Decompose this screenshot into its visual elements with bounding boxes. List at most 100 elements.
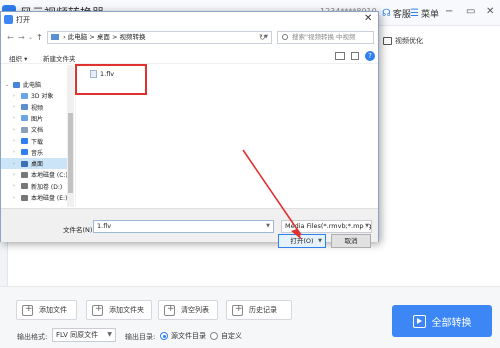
back-arrow-icon[interactable]: ← xyxy=(7,33,14,42)
history-button[interactable]: 历史记录 xyxy=(226,300,292,320)
expand-chevron-icon[interactable]: › xyxy=(13,183,18,189)
video-optimize-button[interactable]: 视频优化 xyxy=(383,36,423,46)
annotation-highlight-box xyxy=(75,64,147,95)
nav-item[interactable]: › 音乐 xyxy=(1,147,67,158)
add-file-button[interactable]: 添加文件 xyxy=(16,300,77,320)
menu-label: 菜单 xyxy=(420,10,439,20)
nav-item[interactable]: ⌄ 此电脑 xyxy=(1,79,67,90)
address-bar[interactable]: › 此电脑 > 桌面 > 视频转换 ▼ xyxy=(47,31,272,44)
expand-chevron-icon[interactable]: › xyxy=(13,127,18,133)
view-options-icon[interactable] xyxy=(335,52,345,60)
cancel-button[interactable]: 取消 xyxy=(331,234,371,248)
clear-list-button[interactable]: 清空列表 xyxy=(158,300,218,320)
maximize-button[interactable]: ▭ xyxy=(466,6,475,17)
service-button[interactable]: ☊ 客服 xyxy=(382,7,411,20)
service-label: 客服 xyxy=(392,10,411,20)
nav-item[interactable]: › 本地磁盘 (E:) xyxy=(1,192,67,203)
expand-chevron-icon[interactable]: › xyxy=(13,93,18,99)
headset-icon: ☊ xyxy=(382,8,391,19)
filetype-select[interactable]: Media Files(*.rmvb;*.mpeg;*.m ▼ xyxy=(281,220,372,233)
nav-item[interactable]: › 新加卷 (D:) xyxy=(1,181,67,192)
refresh-icon[interactable]: ↻ xyxy=(259,33,266,42)
breadcrumb-desktop[interactable]: 桌面 xyxy=(97,33,110,41)
search-input[interactable]: 搜索"视频转换 中视频 xyxy=(277,31,374,44)
help-icon[interactable]: ? xyxy=(365,51,375,61)
menu-icon: ☰ xyxy=(410,8,419,19)
expand-chevron-icon[interactable]: › xyxy=(13,149,18,155)
minimize-button[interactable]: − xyxy=(445,6,453,17)
nav-pane-scroll-thumb[interactable] xyxy=(68,113,73,193)
nav-item-label: 视频 xyxy=(31,104,44,112)
add-folder-button[interactable]: 添加文件夹 xyxy=(86,300,152,320)
nav-pane-scrollbar[interactable] xyxy=(67,65,74,207)
clear-list-icon xyxy=(164,304,175,316)
new-folder-button[interactable]: 新建文件夹 xyxy=(43,53,76,63)
history-icon xyxy=(232,304,243,316)
command-bar: 组织 ▾ 新建文件夹 ? xyxy=(1,49,378,64)
up-arrow-icon[interactable]: ↑ xyxy=(36,33,43,42)
search-placeholder: 搜索"视频转换 中视频 xyxy=(292,33,356,41)
cube-icon xyxy=(21,92,28,99)
filename-input[interactable]: 1.flv ▼ xyxy=(93,220,274,233)
nav-item-label: 本地磁盘 (C:) xyxy=(31,172,68,180)
close-app-button[interactable]: ✕ xyxy=(486,6,494,17)
nav-item[interactable]: › 本地磁盘 (C:) xyxy=(1,169,68,180)
breadcrumb-this-pc[interactable]: 此电脑 xyxy=(68,33,88,41)
computer-icon xyxy=(13,81,20,88)
nav-item-label: 图片 xyxy=(31,115,44,123)
convert-all-label: 全部转换 xyxy=(431,317,472,329)
radio-custom-dir[interactable]: 自定义 xyxy=(210,331,242,341)
nav-item[interactable]: › 3D 对象 xyxy=(1,90,67,101)
expand-chevron-icon[interactable]: › xyxy=(13,172,18,178)
menu-button[interactable]: ☰ 菜单 xyxy=(410,7,439,20)
add-file-icon xyxy=(22,304,33,316)
video-optimize-label: 视频优化 xyxy=(395,37,423,45)
expand-chevron-icon[interactable]: › xyxy=(13,161,18,167)
clear-list-label: 清空列表 xyxy=(181,306,209,314)
forward-arrow-icon[interactable]: → xyxy=(18,33,25,42)
radio-source-dir-label: 源文件目录 xyxy=(171,332,206,340)
chevron-down-icon[interactable]: ▼ xyxy=(266,221,270,232)
desktop-icon xyxy=(21,160,28,167)
convert-all-button[interactable]: 全部转换 xyxy=(392,305,492,337)
history-label: 历史记录 xyxy=(249,306,277,314)
nav-item[interactable]: › 视频 xyxy=(1,102,67,113)
dialog-title-bar: 打开 ✕ xyxy=(1,12,378,28)
preview-pane-icon[interactable] xyxy=(351,52,359,60)
nav-item-label: 3D 对象 xyxy=(31,93,54,101)
optimize-icon xyxy=(383,37,392,45)
nav-item-label: 下载 xyxy=(31,138,44,146)
nav-item-label: 桌面 xyxy=(31,161,44,169)
drive-icon xyxy=(21,183,28,190)
output-dir-label: 输出目录: xyxy=(125,333,156,341)
play-icon xyxy=(412,314,426,328)
expand-chevron-icon[interactable]: › xyxy=(13,104,18,110)
expand-chevron-icon[interactable]: › xyxy=(13,138,18,144)
breadcrumb-video-convert[interactable]: 视频转换 xyxy=(119,33,145,41)
drive-icon xyxy=(21,171,28,178)
search-icon xyxy=(282,34,288,40)
video-icon xyxy=(21,104,28,111)
dialog-close-button[interactable]: ✕ xyxy=(364,13,372,24)
expand-chevron-icon[interactable]: › xyxy=(13,115,18,121)
nav-item[interactable]: › 桌面 xyxy=(1,158,67,170)
open-file-dialog: 打开 ✕ ← → ⌄ ↑ › 此电脑 > 桌面 > 视频转换 ▼ ↻ 搜索"视频… xyxy=(0,11,379,248)
add-file-label: 添加文件 xyxy=(39,306,67,314)
dialog-nav-row: ← → ⌄ ↑ › 此电脑 > 桌面 > 视频转换 ▼ ↻ 搜索"视频转换 中视… xyxy=(1,28,378,48)
organize-button[interactable]: 组织 ▾ xyxy=(9,53,27,63)
drive-icon xyxy=(21,194,28,201)
nav-item-label: 此电脑 xyxy=(23,82,42,89)
radio-source-dir[interactable]: 源文件目录 xyxy=(160,331,206,341)
expand-chevron-icon[interactable]: › xyxy=(13,195,18,201)
add-folder-label: 添加文件夹 xyxy=(109,306,144,314)
nav-item[interactable]: › 下载 xyxy=(1,136,67,147)
document-icon xyxy=(21,126,28,133)
recent-dropdown-icon[interactable]: ⌄ xyxy=(28,34,33,41)
expand-chevron-icon[interactable]: ⌄ xyxy=(5,82,10,88)
radio-custom-dir-label: 自定义 xyxy=(221,332,242,340)
nav-item[interactable]: › 图片 xyxy=(1,113,67,124)
nav-item[interactable]: › 文档 xyxy=(1,124,67,135)
open-button[interactable]: 打开(O) ▼ xyxy=(278,234,326,248)
output-format-select[interactable]: FLV 同原文件 ▼ xyxy=(52,328,116,342)
chevron-down-icon[interactable]: ▼ xyxy=(318,235,322,247)
